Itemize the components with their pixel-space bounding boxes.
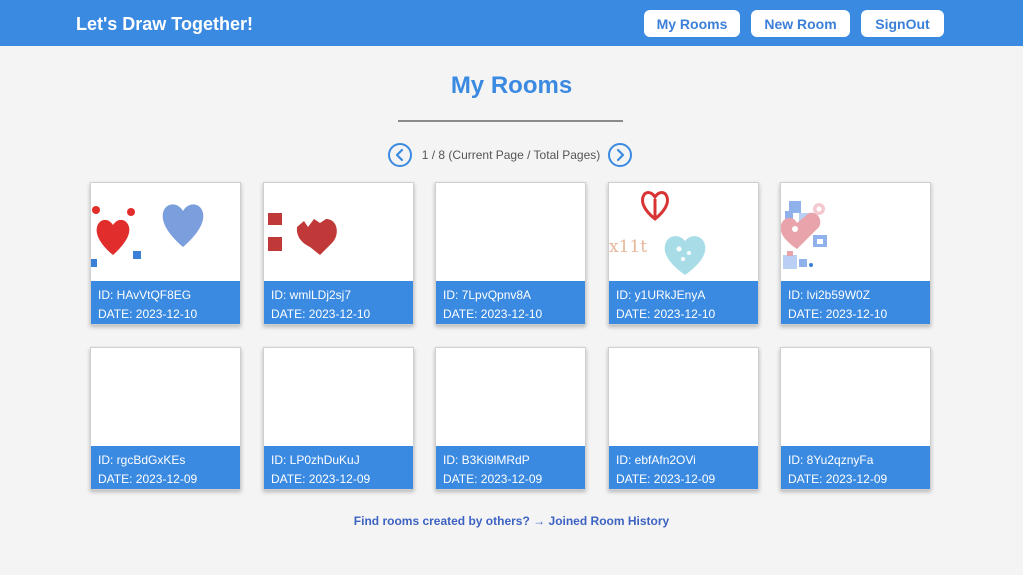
pagination-status: 1 / 8 (Current Page / Total Pages) [421, 148, 601, 162]
room-date: DATE: 2023-12-10 [616, 307, 716, 321]
next-page-button[interactable] [608, 143, 632, 167]
app-title: Let's Draw Together! [76, 14, 253, 34]
page-title: My Rooms [450, 72, 573, 99]
room-thumbnail [436, 348, 585, 446]
room-info: ID: lvi2b59W0Z DATE: 2023-12-10 [781, 281, 930, 324]
sketch-text: x11t [609, 237, 647, 257]
room-info: ID: rgcBdGxKEs DATE: 2023-12-09 [91, 446, 240, 489]
room-thumbnail: x11t [609, 183, 758, 281]
room-card[interactable]: ID: lvi2b59W0Z DATE: 2023-12-10 [780, 182, 931, 325]
room-date: DATE: 2023-12-09 [271, 472, 371, 486]
room-info: ID: wmlLDj2sj7 DATE: 2023-12-10 [264, 281, 413, 324]
room-info: ID: 8Yu2qznyFa DATE: 2023-12-09 [781, 446, 930, 489]
room-card[interactable]: x11t ID: y1URkJEnyA DATE: 2023-12-10 [608, 182, 759, 325]
my-rooms-button[interactable]: My Rooms [644, 10, 740, 37]
chevron-right-icon [616, 148, 625, 162]
room-info: ID: LP0zhDuKuJ DATE: 2023-12-09 [264, 446, 413, 489]
room-date: DATE: 2023-12-09 [98, 472, 198, 486]
room-info: ID: B3Ki9lMRdP DATE: 2023-12-09 [436, 446, 585, 489]
room-date: DATE: 2023-12-10 [98, 307, 198, 321]
title-divider [398, 120, 623, 122]
room-card[interactable]: ID: rgcBdGxKEs DATE: 2023-12-09 [90, 347, 241, 490]
room-card[interactable]: ID: B3Ki9lMRdP DATE: 2023-12-09 [435, 347, 586, 490]
room-date: DATE: 2023-12-10 [443, 307, 543, 321]
room-thumbnail [781, 183, 930, 281]
room-card[interactable]: ID: ebfAfn2OVi DATE: 2023-12-09 [608, 347, 759, 490]
room-info: ID: y1URkJEnyA DATE: 2023-12-10 [609, 281, 758, 324]
room-info: ID: ebfAfn2OVi DATE: 2023-12-09 [609, 446, 758, 489]
joined-room-history-prompt: Find rooms created by others? → Joined R… [0, 513, 1023, 529]
room-id: ID: rgcBdGxKEs [98, 453, 186, 467]
chevron-left-icon [395, 148, 404, 162]
room-date: DATE: 2023-12-10 [788, 307, 888, 321]
joined-room-history-link[interactable]: Joined Room History [549, 514, 670, 528]
room-thumbnail [91, 348, 240, 446]
room-date: DATE: 2023-12-10 [271, 307, 371, 321]
room-thumbnail [781, 348, 930, 446]
footer-prompt-text[interactable]: Find rooms created by others? [354, 514, 530, 528]
room-info: ID: HAvVtQF8EG DATE: 2023-12-10 [91, 281, 240, 324]
room-id: ID: y1URkJEnyA [616, 288, 706, 302]
room-id: ID: 8Yu2qznyFa [788, 453, 874, 467]
room-thumbnail [264, 348, 413, 446]
room-thumbnail [264, 183, 413, 281]
room-thumbnail [609, 348, 758, 446]
room-date: DATE: 2023-12-09 [788, 472, 888, 486]
arrow-right-icon[interactable]: → [533, 514, 545, 528]
room-date: DATE: 2023-12-09 [616, 472, 716, 486]
room-card[interactable]: ID: 7LpvQpnv8A DATE: 2023-12-10 [435, 182, 586, 325]
room-card[interactable]: ID: LP0zhDuKuJ DATE: 2023-12-09 [263, 347, 414, 490]
room-id: ID: HAvVtQF8EG [98, 288, 192, 302]
room-date: DATE: 2023-12-09 [443, 472, 543, 486]
room-thumbnail [91, 183, 240, 281]
room-id: ID: 7LpvQpnv8A [443, 288, 532, 302]
sign-out-button[interactable]: SignOut [861, 10, 944, 37]
new-room-button[interactable]: New Room [751, 10, 850, 37]
room-thumbnail [436, 183, 585, 281]
previous-page-button[interactable] [388, 143, 412, 167]
room-id: ID: LP0zhDuKuJ [271, 453, 360, 467]
room-id: ID: ebfAfn2OVi [616, 453, 696, 467]
room-id: ID: B3Ki9lMRdP [443, 453, 530, 467]
room-card[interactable]: ID: wmlLDj2sj7 DATE: 2023-12-10 [263, 182, 414, 325]
room-card[interactable]: ID: 8Yu2qznyFa DATE: 2023-12-09 [780, 347, 931, 490]
room-id: ID: lvi2b59W0Z [788, 288, 871, 302]
room-info: ID: 7LpvQpnv8A DATE: 2023-12-10 [436, 281, 585, 324]
room-id: ID: wmlLDj2sj7 [271, 288, 352, 302]
room-card[interactable]: ID: HAvVtQF8EG DATE: 2023-12-10 [90, 182, 241, 325]
top-navbar: Let's Draw Together! My Rooms New Room S… [0, 0, 1023, 46]
